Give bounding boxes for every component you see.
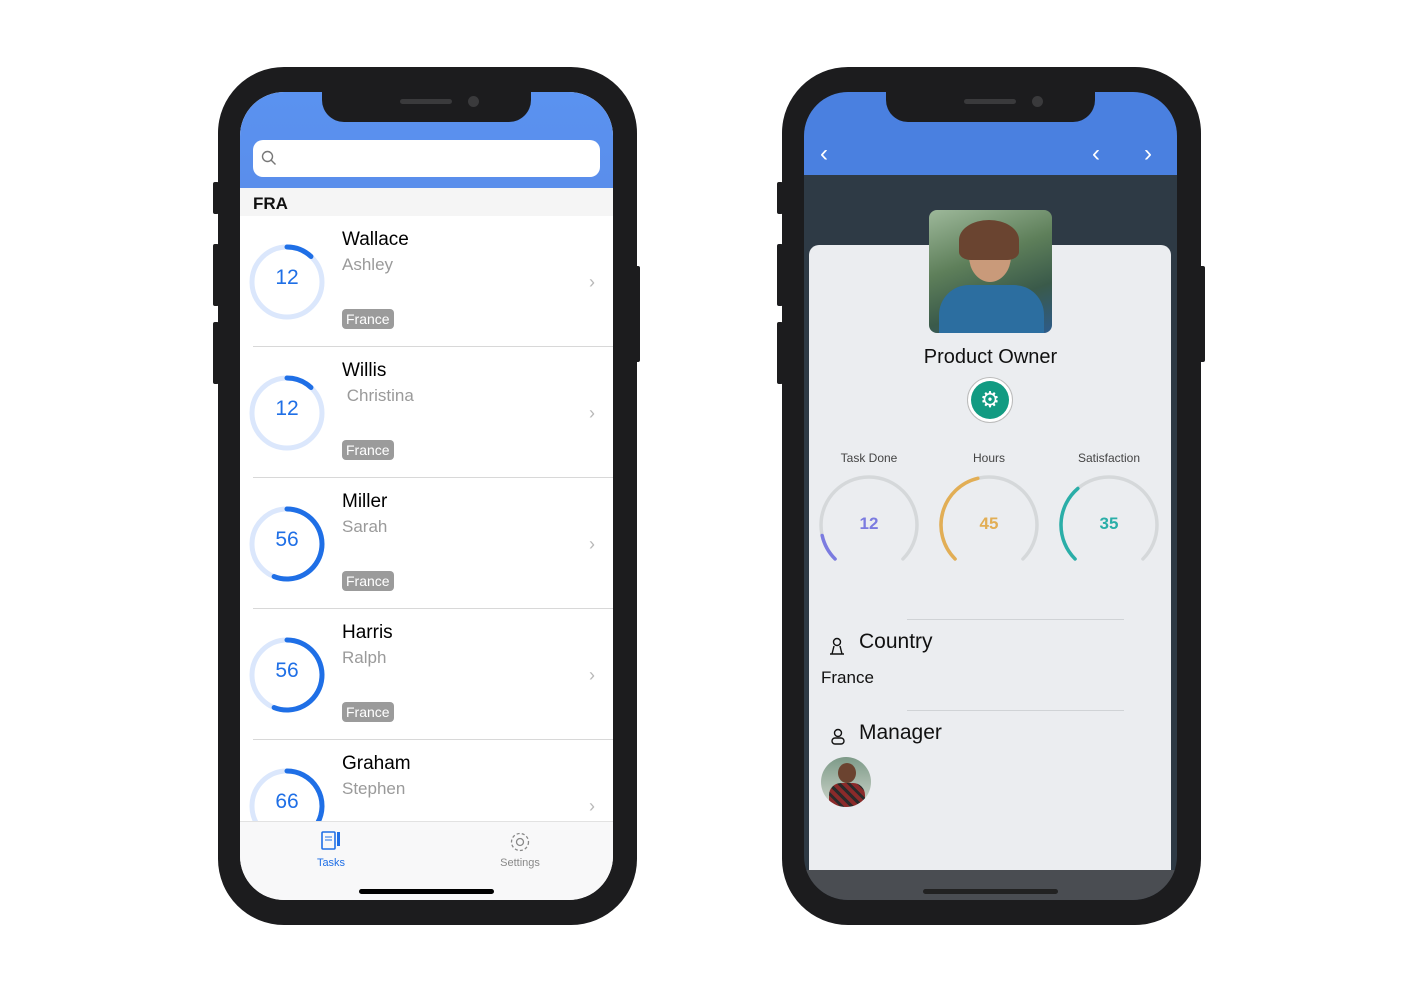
back-button[interactable]: ‹ [820, 140, 828, 168]
tab-settings[interactable]: Settings [480, 830, 560, 869]
gears-icon: ⚙ [971, 381, 1009, 419]
gauge-fill [820, 533, 837, 561]
tasks-screen: FRA 12 Wallace Ashley France › 12 Willis… [240, 92, 613, 900]
chevron-right-icon: › [589, 534, 595, 554]
manager-avatar[interactable] [821, 757, 871, 807]
country-badge: France [342, 440, 394, 460]
last-name: Miller [342, 491, 388, 512]
first-name: Stephen [342, 779, 406, 798]
first-name: Ralph [342, 648, 387, 667]
home-indicator [359, 889, 494, 894]
manager-label: Manager [859, 721, 942, 744]
home-indicator [923, 889, 1058, 894]
progress-value: 66 [275, 790, 299, 813]
tab-label: Tasks [316, 857, 346, 869]
country-badge: France [342, 571, 394, 591]
map-pin-icon [830, 637, 844, 655]
gauge-value: 35 [1099, 514, 1119, 533]
progress-value: 56 [275, 528, 299, 551]
chevron-right-icon: › [589, 665, 595, 685]
list-item[interactable]: 12 Wallace Ashley France › [240, 216, 613, 347]
progress-value: 12 [275, 266, 299, 289]
list-item[interactable]: 12 Willis Christina France › [240, 347, 613, 478]
tasks-icon [321, 831, 340, 850]
role-badge: ⚙ [967, 377, 1013, 423]
notch [886, 92, 1095, 122]
country-badge: France [342, 309, 394, 329]
tab-label: Settings [500, 857, 540, 869]
chevron-right-icon: › [589, 796, 595, 816]
notch [322, 92, 531, 122]
bottom-bar [804, 870, 1177, 900]
search-icon [261, 150, 276, 165]
progress-value: 56 [275, 659, 299, 682]
first-name: Sarah [342, 517, 388, 536]
last-name: Graham [342, 753, 411, 774]
phone-right: ‹ ‹ › Product Owner ⚙ Task Done 12 Hours … [782, 67, 1201, 925]
search-input[interactable] [253, 140, 600, 177]
list-item[interactable]: 56 Harris Ralph France › [240, 609, 613, 740]
gauge-label: Task Done [840, 451, 898, 465]
tab-tasks[interactable]: Tasks [291, 830, 371, 869]
gauge-value: 12 [859, 514, 879, 533]
gear-icon [510, 832, 530, 852]
country-badge: France [342, 702, 394, 722]
country-value: France [821, 668, 874, 687]
next-button[interactable]: › [1144, 140, 1152, 168]
last-name: Harris [342, 622, 393, 643]
chevron-right-icon: › [589, 272, 595, 292]
first-name: Ashley [342, 255, 394, 274]
person-icon [831, 728, 845, 745]
previous-button[interactable]: ‹ [1092, 140, 1100, 168]
gauge-label: Hours [972, 451, 1005, 465]
progress-value: 12 [275, 397, 299, 420]
profile-photo [929, 210, 1052, 333]
role-title: Product Owner [923, 346, 1058, 368]
last-name: Wallace [342, 229, 409, 250]
detail-screen: ‹ ‹ › Product Owner ⚙ Task Done 12 Hours … [804, 92, 1177, 900]
last-name: Willis [342, 360, 387, 381]
first-name: Christina [342, 386, 414, 405]
gauge-value: 45 [979, 514, 999, 533]
list-item[interactable]: 56 Miller Sarah France › [240, 478, 613, 609]
gauge-label: Satisfaction [1077, 451, 1141, 465]
section-header: FRA [240, 188, 613, 216]
phone-left: FRA 12 Wallace Ashley France › 12 Willis… [218, 67, 637, 925]
country-label: Country [859, 630, 933, 653]
chevron-right-icon: › [589, 403, 595, 423]
